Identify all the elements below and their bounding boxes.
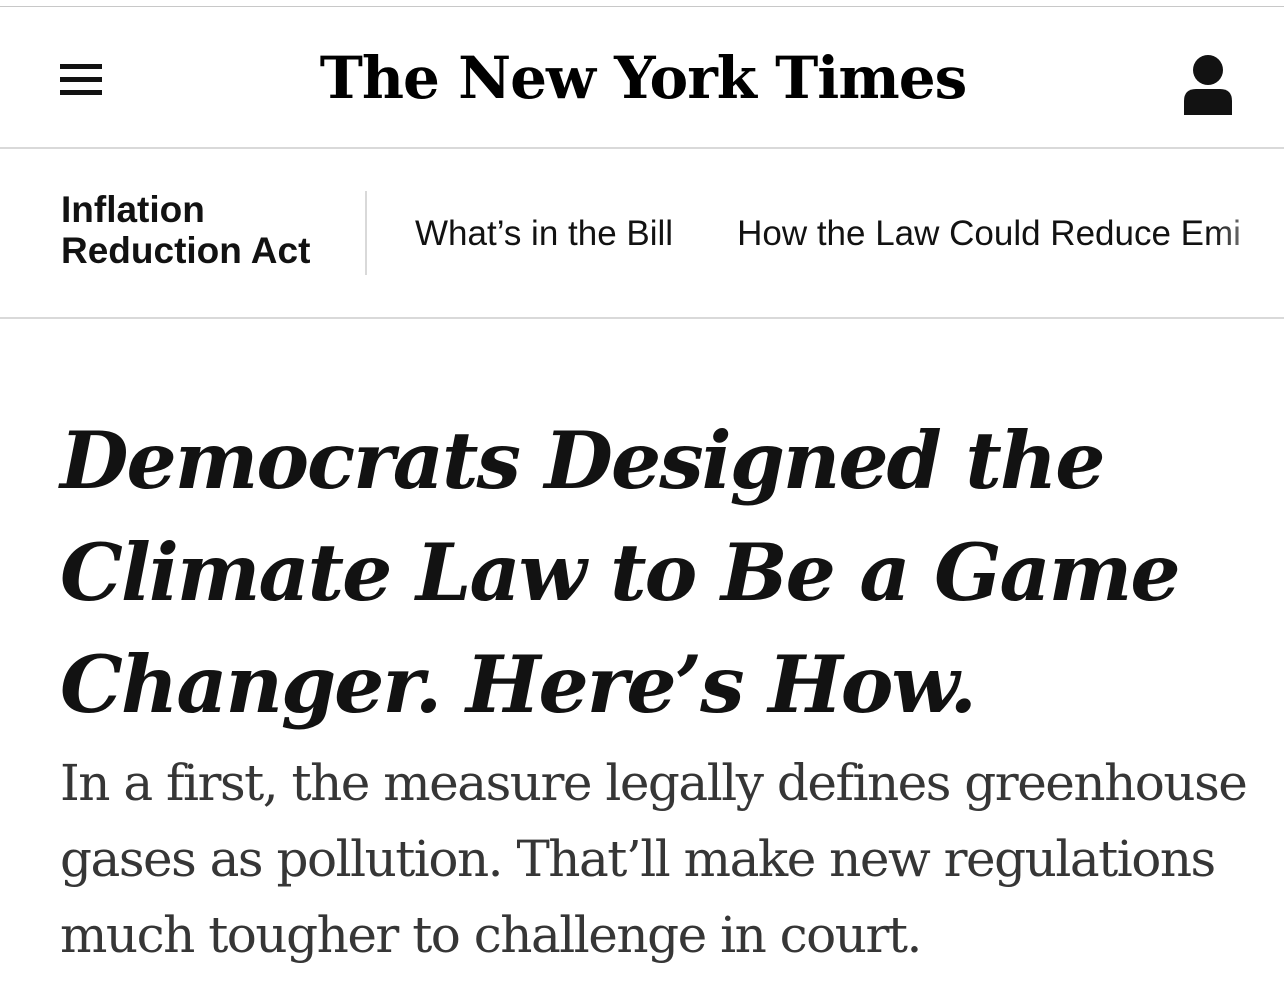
nav-link-whats-in-the-bill[interactable]: What’s in the Bill bbox=[415, 212, 673, 256]
article-summary: In a first, the measure legally defines … bbox=[60, 754, 1248, 964]
person-icon bbox=[1184, 55, 1232, 115]
masthead: The New York Times bbox=[0, 7, 1284, 149]
logo-text: The New York Times bbox=[319, 44, 968, 112]
article-page: The New York Times Inflation Reduction A… bbox=[0, 0, 1284, 996]
nav-divider bbox=[365, 191, 367, 275]
section-title[interactable]: Inflation Reduction Act bbox=[61, 189, 351, 271]
section-links: What’s in the Bill How the Law Could Redu… bbox=[415, 212, 1284, 256]
section-nav: Inflation Reduction Act What’s in the Bi… bbox=[0, 149, 1284, 319]
nyt-logo[interactable]: The New York Times bbox=[0, 43, 1284, 113]
nav-link-how-the-law-could-reduce-emissions[interactable]: How the Law Could Reduce Emi bbox=[737, 212, 1241, 256]
account-button[interactable] bbox=[1178, 51, 1238, 115]
article-headline: Democrats Designed the Climate Law to Be… bbox=[60, 414, 1181, 731]
